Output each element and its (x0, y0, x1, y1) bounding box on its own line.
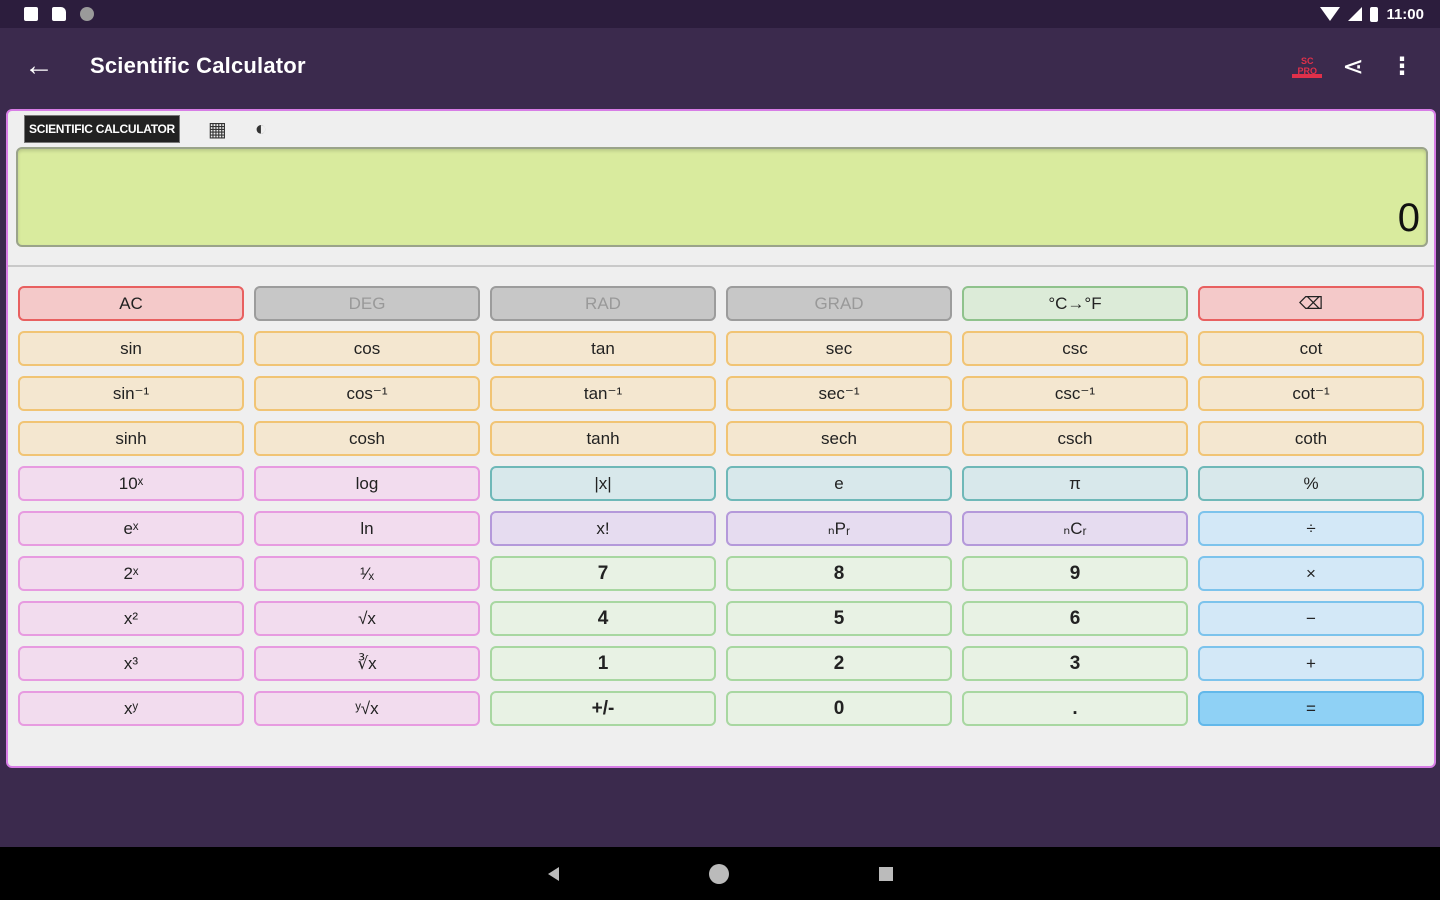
key-log[interactable]: log (254, 466, 480, 501)
key-abs[interactable]: |x| (490, 466, 716, 501)
key-sech[interactable]: sech (726, 421, 952, 456)
key-decimal[interactable]: . (962, 691, 1188, 726)
share-icon[interactable]: ⋖ (1342, 51, 1364, 82)
key-atan[interactable]: tan⁻¹ (490, 376, 716, 411)
key-cube-root[interactable]: ∛x (254, 646, 480, 681)
key-5[interactable]: 5 (726, 601, 952, 636)
nav-back-icon[interactable] (547, 866, 559, 881)
key-3[interactable]: 3 (962, 646, 1188, 681)
key-cos[interactable]: cos (254, 331, 480, 366)
calculator-display: 0 (16, 147, 1428, 247)
page-title: Scientific Calculator (90, 53, 306, 78)
key-permutation[interactable]: ₙPᵣ (726, 511, 952, 546)
key-grad[interactable]: GRAD (726, 286, 952, 321)
nav-home-icon[interactable] (708, 863, 729, 884)
key-asec[interactable]: sec⁻¹ (726, 376, 952, 411)
sd-card-icon (52, 7, 66, 21)
key-acot[interactable]: cot⁻¹ (1198, 376, 1424, 411)
key-tanh[interactable]: tanh (490, 421, 716, 456)
key-ten-power[interactable]: 10ˣ (18, 466, 244, 501)
key-combination[interactable]: ₙCᵣ (962, 511, 1188, 546)
app-bar: ← Scientific Calculator SC PRO ⋖ ⋮ (0, 28, 1440, 104)
key-e[interactable]: e (726, 466, 952, 501)
key-sqrt[interactable]: √x (254, 601, 480, 636)
key-tan[interactable]: tan (490, 331, 716, 366)
key-cosh[interactable]: cosh (254, 421, 480, 456)
back-arrow-icon[interactable]: ← (24, 51, 64, 81)
status-bar: 11:00 (0, 0, 1440, 28)
calculator-panel: SCIENTIFIC CALCULATOR ▦ ◐ 0 AC DEG RAD G… (6, 109, 1436, 768)
notification-icon (24, 7, 38, 21)
system-icons: 11:00 (1320, 6, 1424, 23)
tab-scientific-calculator[interactable]: SCIENTIFIC CALCULATOR (24, 115, 180, 143)
key-e-power[interactable]: eˣ (18, 511, 244, 546)
key-asin[interactable]: sin⁻¹ (18, 376, 244, 411)
key-coth[interactable]: coth (1198, 421, 1424, 456)
key-plus-minus[interactable]: +/- (490, 691, 716, 726)
pro-upgrade-icon[interactable]: SC PRO (1292, 54, 1323, 78)
key-multiply[interactable]: × (1198, 556, 1424, 591)
key-sin[interactable]: sin (18, 331, 244, 366)
key-reciprocal[interactable]: ¹⁄ₓ (254, 556, 480, 591)
key-backspace-icon[interactable]: ⌫ (1198, 286, 1424, 321)
key-pi[interactable]: π (962, 466, 1188, 501)
key-divide[interactable]: ÷ (1198, 511, 1424, 546)
key-percent[interactable]: % (1198, 466, 1424, 501)
key-0[interactable]: 0 (726, 691, 952, 726)
app-actions: SC PRO ⋖ ⋮ (1292, 51, 1420, 82)
key-power[interactable]: xʸ (18, 691, 244, 726)
divider (8, 265, 1434, 267)
more-options-icon[interactable]: ⋮ (1384, 52, 1420, 81)
key-6[interactable]: 6 (962, 601, 1188, 636)
key-csch[interactable]: csch (962, 421, 1188, 456)
key-csc[interactable]: csc (962, 331, 1188, 366)
key-8[interactable]: 8 (726, 556, 952, 591)
key-square[interactable]: x² (18, 601, 244, 636)
key-2[interactable]: 2 (726, 646, 952, 681)
battery-icon (1370, 6, 1379, 22)
key-7[interactable]: 7 (490, 556, 716, 591)
key-temp-convert[interactable]: °C→°F (962, 286, 1188, 321)
key-rad[interactable]: RAD (490, 286, 716, 321)
display-value: 0 (1397, 196, 1420, 240)
key-4[interactable]: 4 (490, 601, 716, 636)
key-two-power[interactable]: 2ˣ (18, 556, 244, 591)
circle-icon (80, 7, 94, 21)
nav-recents-icon[interactable] (878, 866, 893, 881)
key-cot[interactable]: cot (1198, 331, 1424, 366)
key-add[interactable]: + (1198, 646, 1424, 681)
navigation-bar (0, 847, 1440, 900)
grid-calculator-icon[interactable]: ▦ (208, 117, 227, 142)
signal-icon (1348, 7, 1363, 21)
key-9[interactable]: 9 (962, 556, 1188, 591)
rotate-icon[interactable]: ◐ (255, 118, 267, 141)
clock: 11:00 (1386, 5, 1424, 23)
key-sinh[interactable]: sinh (18, 421, 244, 456)
notification-icons (24, 7, 94, 21)
key-acos[interactable]: cos⁻¹ (254, 376, 480, 411)
wifi-icon (1320, 7, 1341, 21)
key-cube[interactable]: x³ (18, 646, 244, 681)
key-equals[interactable]: = (1198, 691, 1424, 726)
key-acsc[interactable]: csc⁻¹ (962, 376, 1188, 411)
key-deg[interactable]: DEG (254, 286, 480, 321)
key-1[interactable]: 1 (490, 646, 716, 681)
key-all-clear[interactable]: AC (18, 286, 244, 321)
key-sec[interactable]: sec (726, 331, 952, 366)
keypad: AC DEG RAD GRAD °C→°F ⌫ sin cos tan sec … (18, 286, 1426, 726)
key-nth-root[interactable]: ʸ√x (254, 691, 480, 726)
key-factorial[interactable]: x! (490, 511, 716, 546)
key-subtract[interactable]: − (1198, 601, 1424, 636)
mode-tabs: SCIENTIFIC CALCULATOR ▦ ◐ (24, 115, 267, 143)
key-ln[interactable]: ln (254, 511, 480, 546)
